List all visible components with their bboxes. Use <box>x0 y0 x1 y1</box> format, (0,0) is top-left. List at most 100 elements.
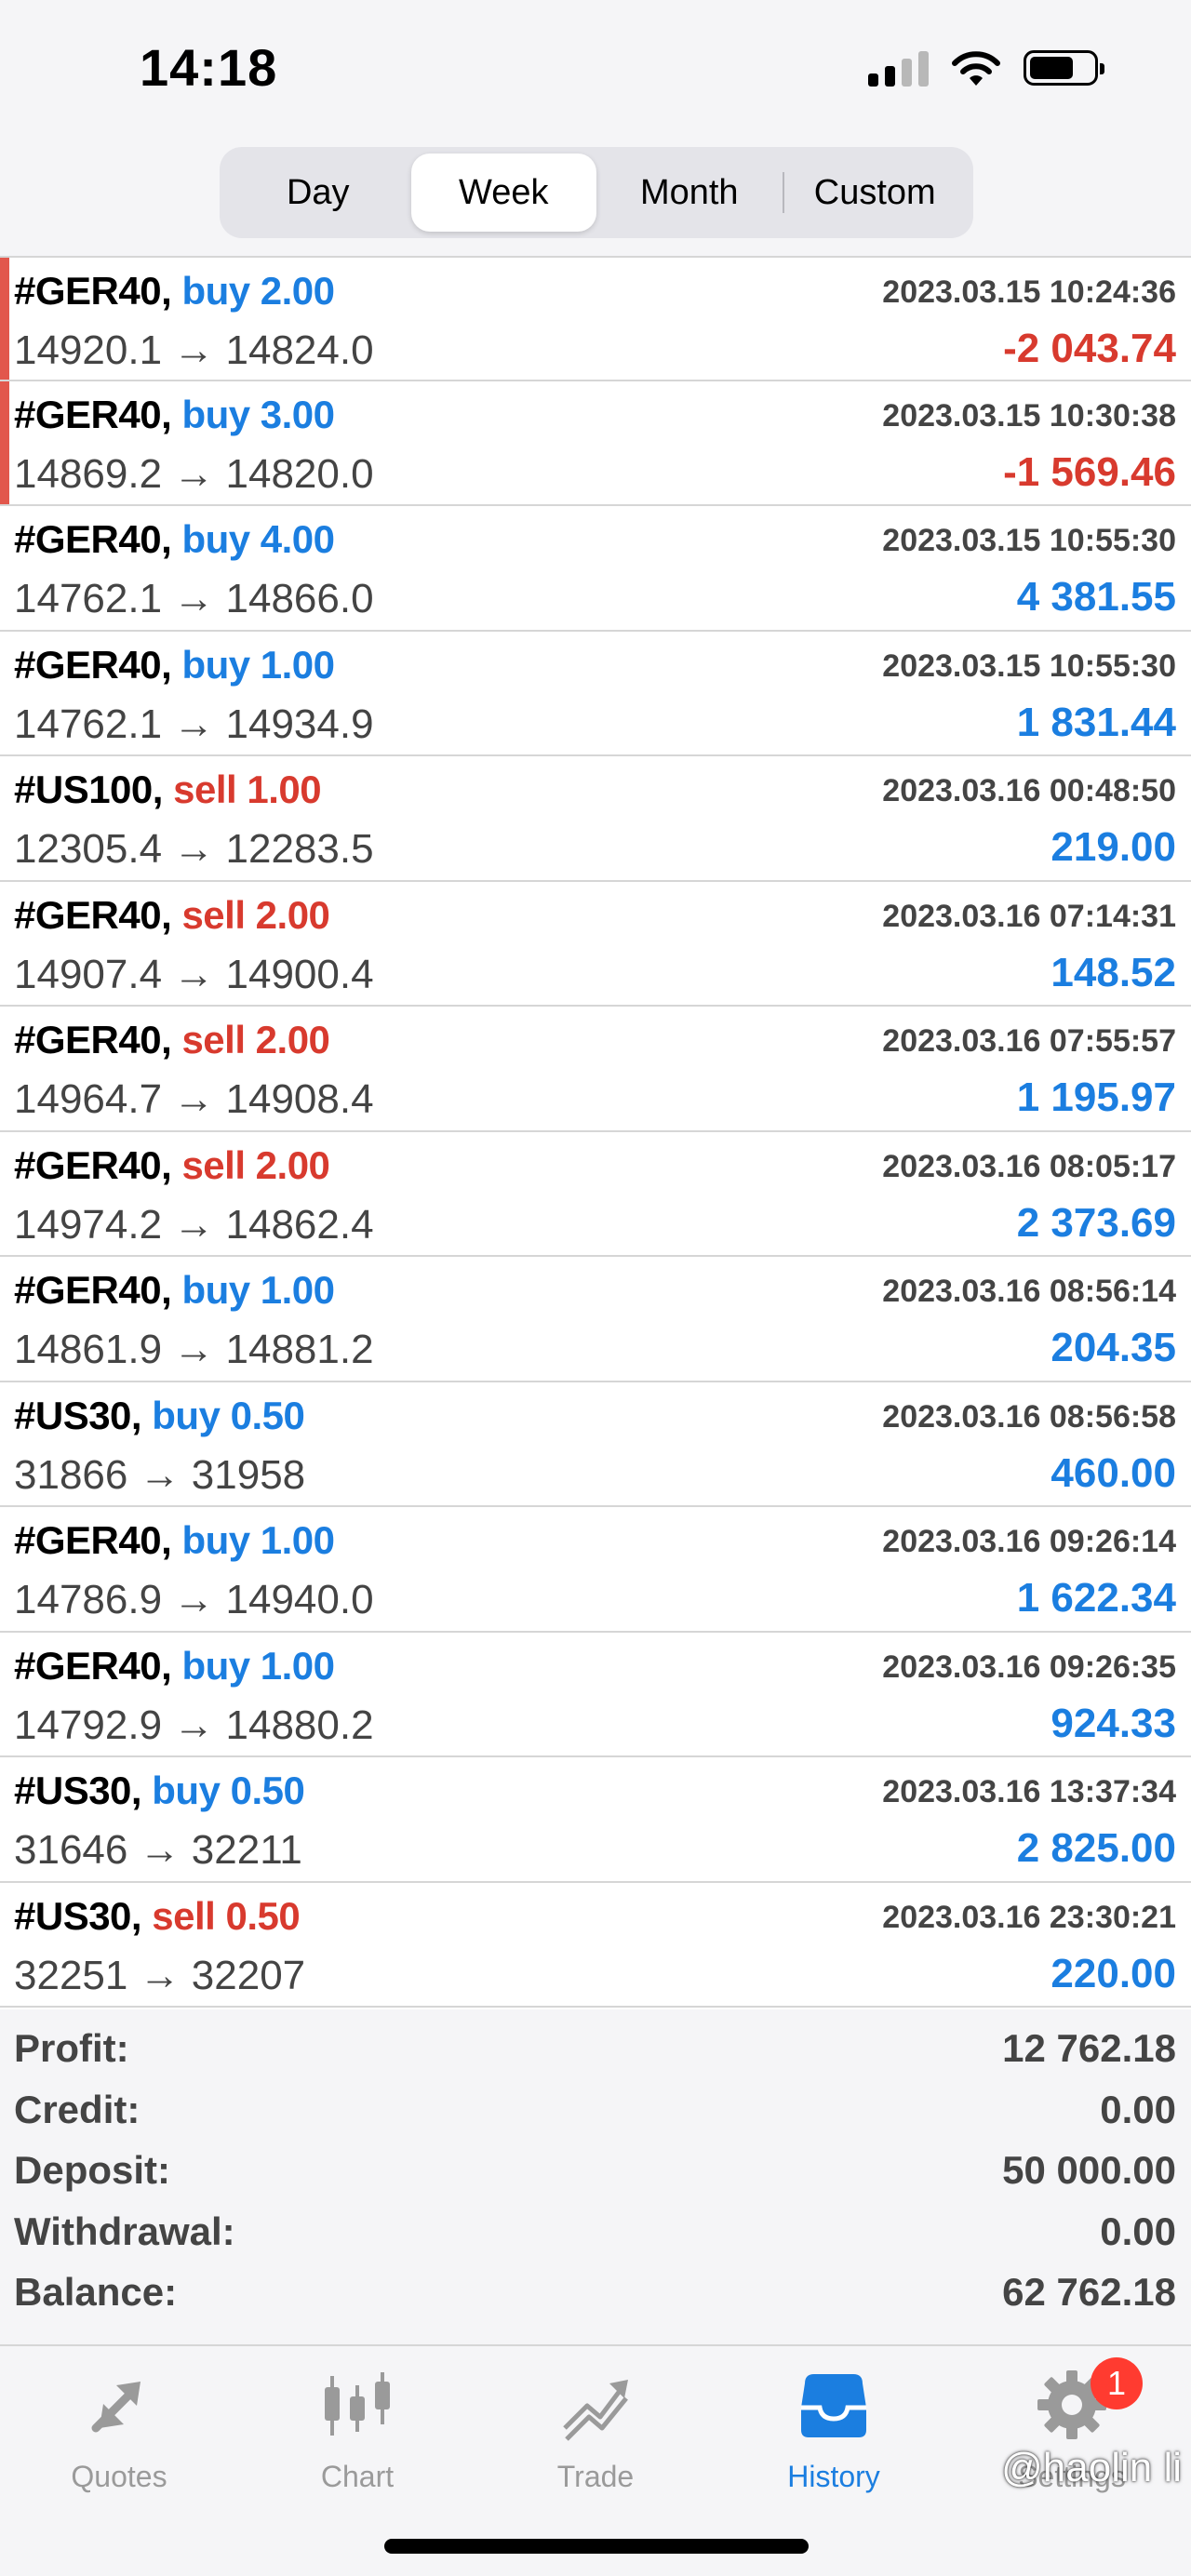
deal-direction: sell <box>152 1893 216 1938</box>
deal-header: #GER40, sell 2.00 <box>14 892 330 938</box>
deal-symbol: #US30, <box>14 1768 142 1812</box>
deal-row[interactable]: #GER40, buy 1.00 2023.03.16 09:26:14 147… <box>0 1507 1191 1633</box>
deal-row[interactable]: #GER40, sell 2.00 2023.03.16 08:05:17 14… <box>0 1131 1191 1257</box>
summary-value: 50 000.00 <box>1002 2148 1176 2192</box>
deal-profit: -1 569.46 <box>1003 448 1176 495</box>
deal-time: 2023.03.15 10:30:38 <box>882 397 1176 434</box>
summary-label: Credit: <box>14 2087 141 2131</box>
deal-direction: buy <box>181 392 250 436</box>
deal-row[interactable]: #US30, sell 0.50 2023.03.16 23:30:21 322… <box>0 1882 1191 2008</box>
deal-profit: 220.00 <box>1050 1950 1176 1996</box>
deal-row[interactable]: #US100, sell 1.00 2023.03.16 00:48:50 12… <box>0 756 1191 882</box>
deal-direction: sell <box>181 1142 246 1187</box>
period-selector-bar: Day Week Month Custom <box>0 140 1191 256</box>
deal-header: #GER40, buy 1.00 <box>14 1644 335 1688</box>
summary-label: Deposit: <box>14 2148 170 2192</box>
summary-value: 62 762.18 <box>1002 2270 1176 2314</box>
deal-volume: 2.00 <box>255 892 330 937</box>
deal-time: 2023.03.16 07:14:31 <box>882 898 1176 934</box>
deal-prices: 14964.7 → 14908.4 <box>14 1076 374 1122</box>
deal-profit: 1 831.44 <box>1016 699 1176 745</box>
deal-header: #GER40, buy 4.00 <box>14 517 335 562</box>
summary-value: 0.00 <box>1100 2209 1176 2253</box>
deal-direction: buy <box>181 269 250 313</box>
deal-profit: 4 381.55 <box>1016 574 1176 620</box>
summary-credit: Credit: 0.00 <box>0 2076 1191 2138</box>
summary-value: 12 762.18 <box>1002 2026 1176 2070</box>
deal-direction: sell <box>181 1018 246 1061</box>
deal-row[interactable]: #GER40, buy 1.00 2023.03.16 09:26:35 147… <box>0 1632 1191 1757</box>
deal-volume: 2.00 <box>260 269 335 313</box>
deal-direction: buy <box>181 517 250 561</box>
deal-row[interactable]: #GER40, buy 2.00 2023.03.15 10:24:36 149… <box>0 256 1191 381</box>
deal-symbol: #GER40, <box>14 1643 172 1688</box>
deal-volume: 1.00 <box>260 1643 335 1688</box>
deal-profit: 460.00 <box>1050 1449 1176 1496</box>
deal-time: 2023.03.15 10:55:30 <box>882 647 1176 684</box>
deal-time: 2023.03.16 09:26:14 <box>882 1524 1176 1559</box>
deal-time: 2023.03.16 23:30:21 <box>882 1899 1176 1935</box>
summary-label: Balance: <box>14 2270 178 2314</box>
deal-volume: 3.00 <box>260 392 335 436</box>
summary-balance: Balance: 62 762.18 <box>0 2259 1191 2320</box>
summary-withdrawal: Withdrawal: 0.00 <box>0 2198 1191 2260</box>
deal-volume: 1.00 <box>247 767 322 811</box>
deal-time: 2023.03.16 13:37:34 <box>882 1774 1176 1809</box>
deal-header: #GER40, buy 1.00 <box>14 1518 335 1563</box>
summary-label: Profit: <box>14 2026 129 2070</box>
summary-profit: Profit: 12 762.18 <box>0 2015 1191 2076</box>
tab-quotes[interactable]: Quotes <box>0 2363 238 2503</box>
deal-direction: sell <box>173 767 237 811</box>
cellular-signal-icon <box>868 49 929 87</box>
deal-header: #US30, buy 0.50 <box>14 1768 305 1813</box>
deal-row[interactable]: #GER40, buy 3.00 2023.03.15 10:30:38 148… <box>0 380 1191 506</box>
home-indicator[interactable] <box>384 2539 809 2554</box>
deal-volume: 0.50 <box>230 1768 305 1812</box>
deal-symbol: #US100, <box>14 767 163 811</box>
deal-profit: 2 825.00 <box>1016 1825 1176 1871</box>
period-week[interactable]: Week <box>410 153 596 232</box>
deal-volume: 1.00 <box>260 642 335 687</box>
tab-label: History <box>787 2460 880 2493</box>
account-summary: Profit: 12 762.18 Credit: 0.00 Deposit: … <box>0 2009 1191 2344</box>
deal-time: 2023.03.16 08:56:58 <box>882 1398 1176 1435</box>
deal-prices: 32251 → 32207 <box>14 1952 306 1998</box>
status-time: 14:18 <box>140 38 278 97</box>
deal-time: 2023.03.16 00:48:50 <box>882 773 1176 808</box>
tab-history[interactable]: History <box>715 2363 953 2503</box>
period-day[interactable]: Day <box>225 153 411 232</box>
deal-row[interactable]: #GER40, sell 2.00 2023.03.16 07:55:57 14… <box>0 1007 1191 1132</box>
deal-row[interactable]: #GER40, buy 1.00 2023.03.15 10:55:30 147… <box>0 631 1191 756</box>
deal-row[interactable]: #GER40, buy 4.00 2023.03.15 10:55:30 147… <box>0 506 1191 632</box>
deal-prices: 14974.2 → 14862.4 <box>14 1201 374 1248</box>
trade-icon <box>563 2380 628 2441</box>
deal-row[interactable]: #US30, buy 0.50 2023.03.16 13:37:34 3164… <box>0 1757 1191 1883</box>
deal-direction: buy <box>152 1393 221 1437</box>
deal-profit: 1 622.34 <box>1016 1575 1176 1621</box>
chart-icon <box>325 2372 390 2436</box>
deal-profit: 219.00 <box>1050 824 1176 870</box>
deal-volume: 2.00 <box>255 1142 330 1187</box>
deal-direction: buy <box>181 642 250 687</box>
deal-row[interactable]: #US30, buy 0.50 2023.03.16 08:56:58 3186… <box>0 1381 1191 1507</box>
deal-symbol: #GER40, <box>14 1018 172 1061</box>
deal-row[interactable]: #GER40, sell 2.00 2023.03.16 07:14:31 14… <box>0 881 1191 1007</box>
battery-icon <box>1024 50 1104 86</box>
deal-direction: buy <box>181 1518 250 1562</box>
period-custom[interactable]: Custom <box>782 153 969 232</box>
deal-header: #GER40, buy 3.00 <box>14 393 335 437</box>
deal-symbol: #GER40, <box>14 642 172 687</box>
tab-trade[interactable]: Trade <box>476 2363 715 2503</box>
deal-profit: 924.33 <box>1050 1700 1176 1746</box>
deal-header: #GER40, sell 2.00 <box>14 1142 330 1188</box>
deal-symbol: #US30, <box>14 1893 142 1938</box>
deal-time: 2023.03.16 07:55:57 <box>882 1023 1176 1059</box>
tab-chart[interactable]: Chart <box>238 2363 476 2503</box>
period-month[interactable]: Month <box>596 153 783 232</box>
deal-header: #GER40, buy 1.00 <box>14 1268 335 1313</box>
deal-time: 2023.03.16 08:56:14 <box>882 1274 1176 1309</box>
deal-volume: 1.00 <box>260 1518 335 1562</box>
deal-prices: 14907.4 → 14900.4 <box>14 951 374 997</box>
deal-prices: 14786.9 → 14940.0 <box>14 1577 374 1622</box>
deal-row[interactable]: #GER40, buy 1.00 2023.03.16 08:56:14 148… <box>0 1257 1191 1382</box>
